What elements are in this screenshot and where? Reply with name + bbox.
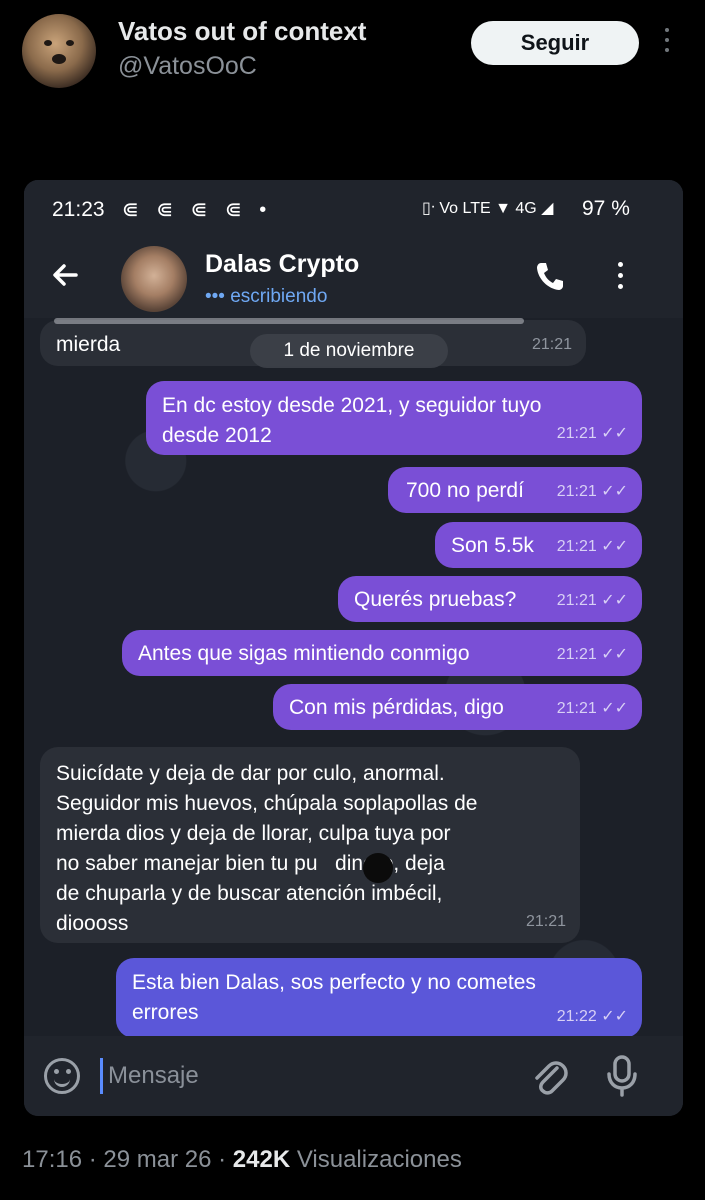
text-cursor [100,1058,103,1094]
typing-status: ••• escribiendo [205,286,328,307]
message-bubble-outgoing[interactable]: Son 5.5k 21:21 ✓✓ [435,522,642,568]
contact-avatar[interactable] [121,246,187,312]
message-time: 21:21 ✓✓ [556,700,628,717]
message-text: mierda [56,333,121,356]
views-count: 242K [232,1146,291,1173]
author-avatar[interactable] [22,14,96,88]
chat-screenshot[interactable]: 21:23 ⋐ ⋐ ⋐ ⋐ • ▯ᐧ Vo LTE ▼ 4G ◢ 97 % Da… [24,180,683,1116]
message-bubble-outgoing[interactable]: Querés pruebas? 21:21 ✓✓ [338,576,642,622]
message-time: 21:21 ✓✓ [556,592,628,609]
date-separator: 1 de noviembre [250,334,448,368]
message-text: En dc estoy desde 2021, y seguidor tuyo … [162,394,542,447]
message-text: Antes que sigas mintiendo conmigo [138,642,470,665]
message-text: Son 5.5k [451,534,534,557]
message-time: 21:21 ✓✓ [556,646,628,663]
paperclip-icon[interactable] [529,1054,569,1098]
message-text: Suicídate y deja de dar por culo, anorma… [56,762,478,935]
tweet-metadata: 17:16 · 29 mar 26 · 242K Visualizaciones [22,1146,462,1173]
tweet-time[interactable]: 17:16 [22,1146,82,1173]
views-label: Visualizaciones [296,1146,462,1173]
message-bubble-outgoing[interactable]: 700 no perdí 21:21 ✓✓ [388,467,642,513]
back-arrow-icon[interactable] [50,260,80,298]
signal-icons: ▯ᐧ Vo LTE ▼ 4G ◢ [422,200,554,217]
message-time: 21:21 ✓✓ [556,483,628,500]
message-time: 21:21 ✓✓ [556,425,628,442]
message-time: 21:21 [531,336,572,353]
tweet-header: Vatos out of context @VatosOoC Seguir [0,0,705,110]
message-text: Esta bien Dalas, sos perfecto y no comet… [132,971,536,1024]
emoji-icon[interactable] [44,1058,80,1094]
notification-icons: ⋐ ⋐ ⋐ ⋐ • [122,199,273,221]
redaction-dot [363,853,393,883]
message-composer [24,1036,683,1116]
tweet-date[interactable]: 29 mar 26 [103,1146,211,1173]
message-time: 21:21 [525,913,566,930]
message-text: 700 no perdí [406,479,524,502]
message-time: 21:22 ✓✓ [556,1008,628,1025]
message-bubble-outgoing[interactable]: Esta bien Dalas, sos perfecto y no comet… [116,958,642,1038]
message-bubble-outgoing[interactable]: Antes que sigas mintiendo conmigo 21:21 … [122,630,642,676]
status-bar: 21:23 ⋐ ⋐ ⋐ ⋐ • ▯ᐧ Vo LTE ▼ 4G ◢ 97 % [24,180,683,240]
more-options-icon[interactable] [662,28,672,60]
author-display-name[interactable]: Vatos out of context [118,16,366,47]
message-text: Con mis pérdidas, digo [289,696,504,719]
follow-button[interactable]: Seguir [471,21,639,65]
message-time: 21:21 ✓✓ [556,538,628,555]
contact-name[interactable]: Dalas Crypto [205,250,359,279]
message-bubble-outgoing[interactable]: Con mis pérdidas, digo 21:21 ✓✓ [273,684,642,730]
message-bubble-outgoing[interactable]: En dc estoy desde 2021, y seguidor tuyo … [146,381,642,455]
author-handle[interactable]: @VatosOoC [118,52,257,81]
chat-menu-icon[interactable] [618,262,624,292]
message-text: Querés pruebas? [354,588,517,611]
message-bubble-incoming[interactable]: Suicídate y deja de dar por culo, anorma… [40,747,580,943]
status-time: 21:23 [52,198,105,221]
microphone-icon[interactable] [606,1054,638,1098]
chat-app-bar: Dalas Crypto ••• escribiendo [24,240,683,318]
message-input[interactable] [108,1058,488,1094]
phone-call-icon[interactable] [535,260,565,292]
battery-indicator: 97 % [582,197,630,220]
